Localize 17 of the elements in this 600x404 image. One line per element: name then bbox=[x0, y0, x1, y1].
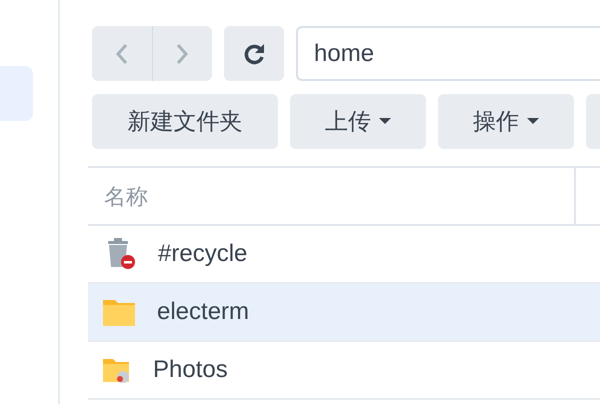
toolbar-button[interactable]: 新建文件夹 bbox=[92, 94, 278, 149]
caret-down-icon bbox=[379, 118, 391, 125]
caret-down-icon bbox=[527, 118, 539, 125]
folder-icon bbox=[103, 356, 131, 384]
toolbar-button[interactable]: 上传 bbox=[290, 94, 426, 149]
path-field[interactable]: home bbox=[296, 26, 600, 81]
toolbar-button[interactable]: 操作 bbox=[438, 94, 574, 149]
chevron-right-icon bbox=[175, 42, 190, 66]
trash-icon bbox=[106, 238, 136, 270]
file-name: #recycle bbox=[158, 239, 248, 269]
chevron-left-icon bbox=[114, 42, 129, 66]
refresh-icon bbox=[242, 42, 266, 66]
file-name: Photos bbox=[153, 355, 228, 385]
refresh-button[interactable] bbox=[224, 26, 284, 81]
folder-icon bbox=[103, 298, 135, 326]
file-name: electerm bbox=[157, 297, 250, 327]
file-row[interactable]: electerm bbox=[88, 284, 600, 342]
